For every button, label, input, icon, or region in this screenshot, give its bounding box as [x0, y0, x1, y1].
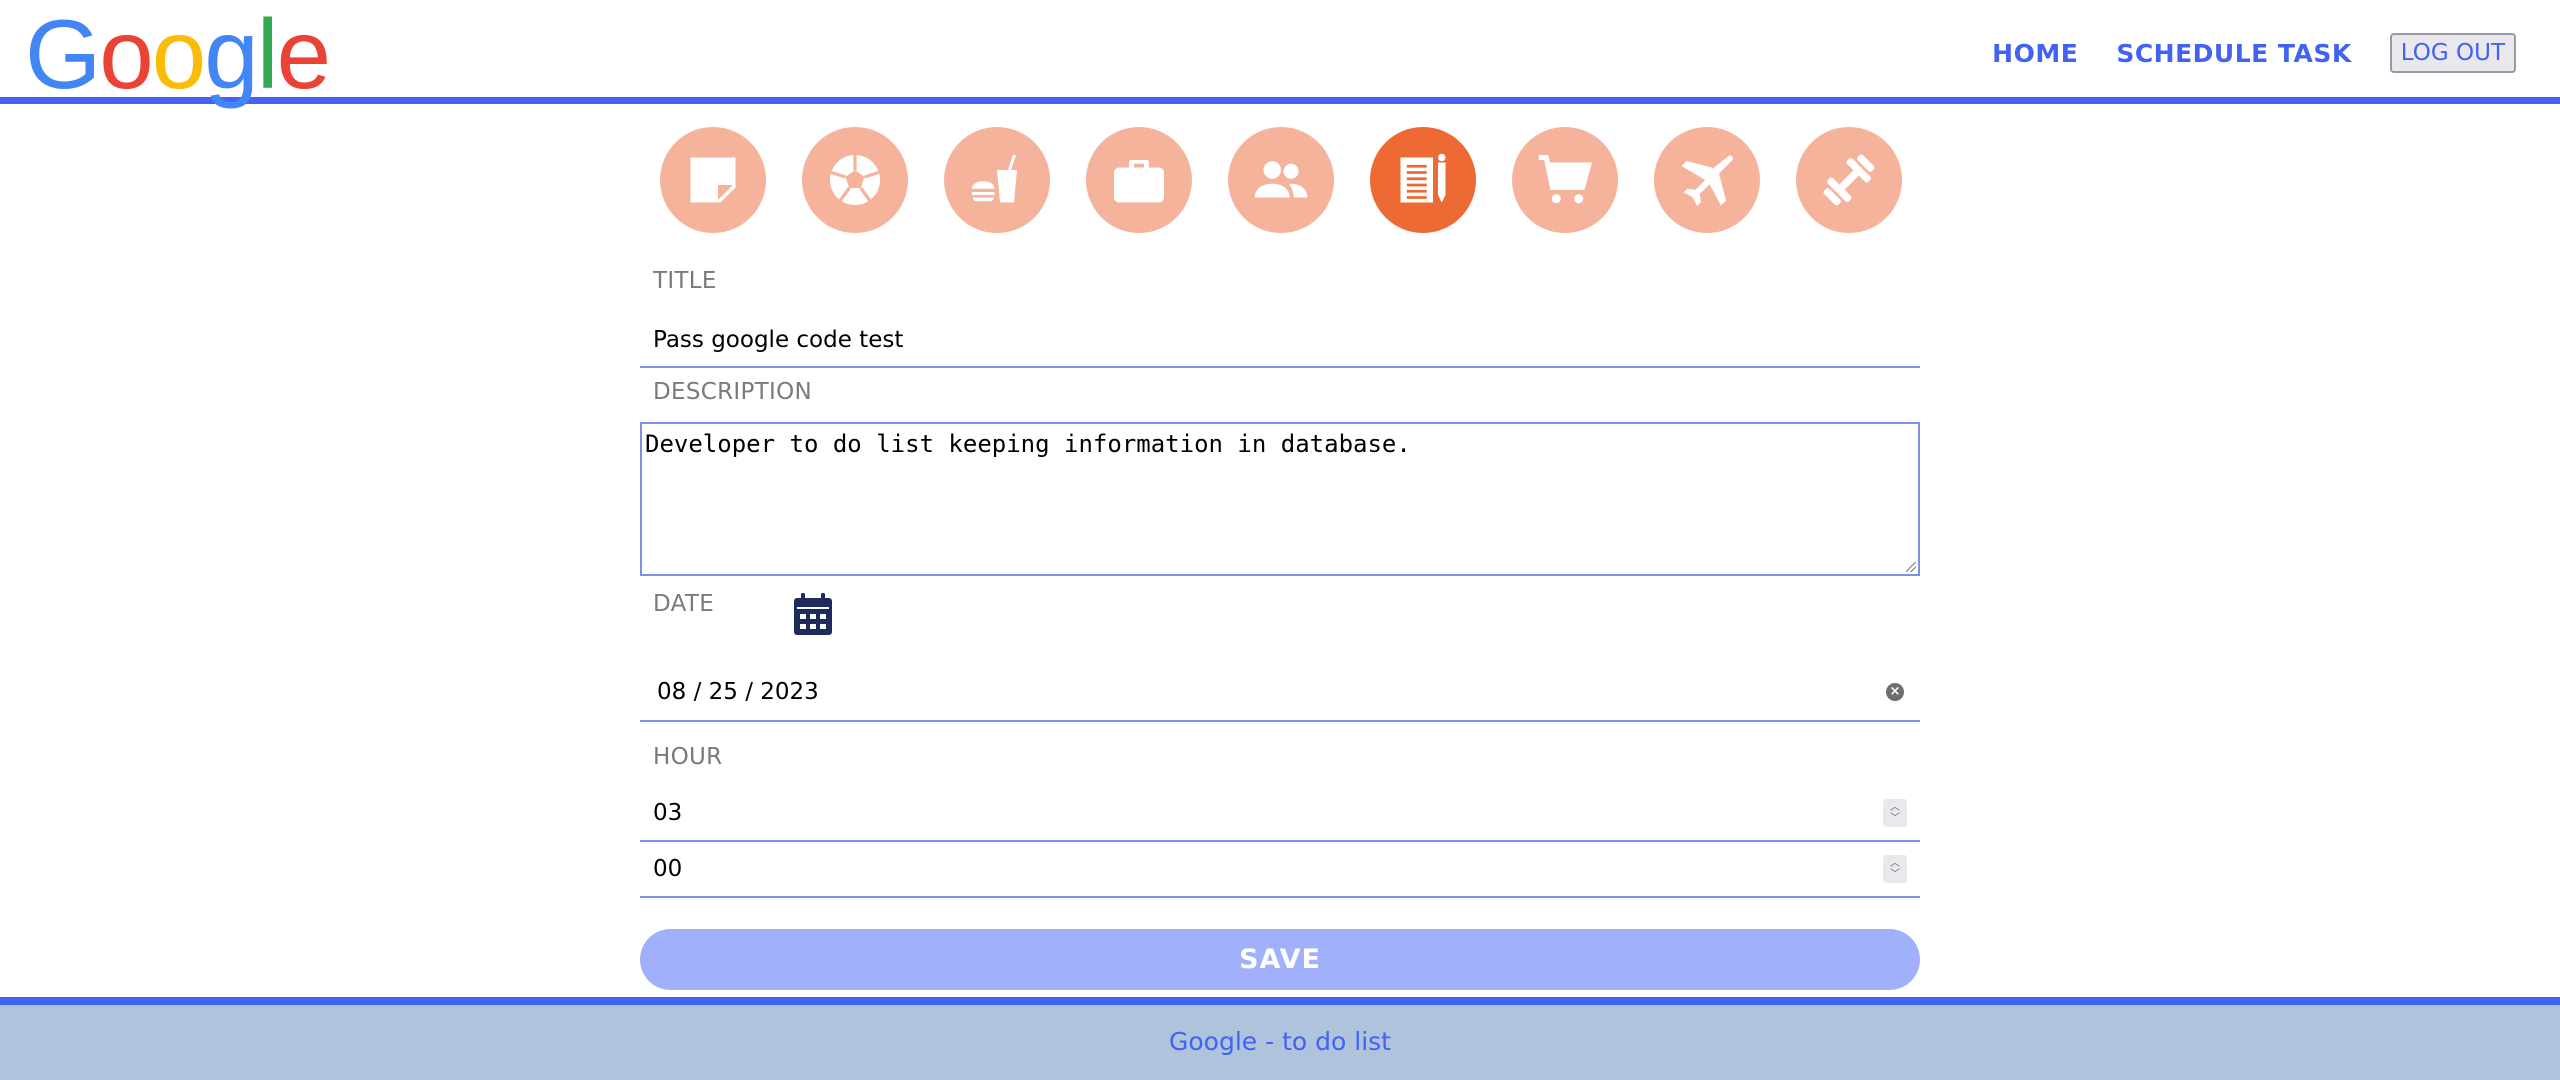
category-work[interactable]: [1086, 127, 1192, 233]
footer: Google - to do list: [0, 997, 2560, 1080]
logo-letter: e: [276, 0, 331, 109]
sticky-note-icon: [690, 157, 736, 203]
chevron-up-icon[interactable]: ︿: [1890, 802, 1900, 813]
airplane-icon: [1681, 155, 1734, 206]
chevron-up-icon[interactable]: ︿: [1890, 858, 1900, 869]
resize-grip-icon[interactable]: [1906, 562, 1916, 572]
header: Google HOME SCHEDULE TASK LOG OUT: [0, 0, 2560, 104]
title-label: TITLE: [653, 268, 717, 294]
category-food[interactable]: [944, 127, 1050, 233]
category-selector: [660, 127, 1902, 233]
logo-letter: o: [151, 0, 206, 109]
nav-home-link[interactable]: HOME: [1992, 39, 2078, 68]
category-sports[interactable]: [802, 127, 908, 233]
shopping-cart-icon: [1538, 155, 1593, 204]
chevron-down-icon[interactable]: ﹀: [1890, 869, 1900, 880]
dumbbell-icon: [1823, 154, 1875, 206]
logo-letter: g: [204, 0, 258, 109]
description-label: DESCRIPTION: [653, 379, 812, 405]
logo-letter: G: [25, 0, 101, 109]
title-input[interactable]: Pass google code test: [640, 315, 1920, 368]
date-label: DATE: [653, 591, 715, 617]
logout-button[interactable]: LOG OUT: [2389, 33, 2516, 73]
food-drink-icon: [972, 154, 1017, 203]
minute-value: 00: [653, 856, 683, 882]
hour-label: HOUR: [653, 744, 723, 770]
hour-spinner[interactable]: ︿ ﹀: [1883, 799, 1907, 827]
logo-letter: l: [256, 0, 279, 109]
soccer-ball-icon: [830, 155, 880, 205]
category-fitness[interactable]: [1796, 127, 1902, 233]
category-people[interactable]: [1228, 127, 1334, 233]
category-shopping[interactable]: [1512, 127, 1618, 233]
description-textarea[interactable]: Developer to do list keeping information…: [640, 422, 1920, 576]
category-writing[interactable]: [1370, 127, 1476, 233]
date-input[interactable]: 08 / 25 / 2023 ×: [640, 665, 1920, 722]
hour-value: 03: [653, 800, 683, 826]
nav-schedule-task-link[interactable]: SCHEDULE TASK: [2116, 39, 2351, 68]
chevron-down-icon[interactable]: ﹀: [1890, 813, 1900, 824]
footer-text: Google - to do list: [1169, 1027, 1391, 1056]
clear-icon[interactable]: ×: [1886, 683, 1904, 701]
hour-input[interactable]: 03 ︿ ﹀: [640, 786, 1920, 842]
newspaper-pencil-icon: [1400, 153, 1446, 203]
calendar-icon[interactable]: [792, 592, 834, 637]
description-text: Developer to do list keeping information…: [645, 430, 1411, 458]
minute-input[interactable]: 00 ︿ ﹀: [640, 842, 1920, 898]
logo-letter: o: [99, 0, 153, 109]
save-button[interactable]: SAVE: [640, 929, 1920, 990]
briefcase-icon: [1114, 160, 1164, 203]
people-icon: [1254, 161, 1308, 198]
main-nav: HOME SCHEDULE TASK LOG OUT: [1992, 30, 2560, 76]
category-sticky-note[interactable]: [660, 127, 766, 233]
minute-spinner[interactable]: ︿ ﹀: [1883, 855, 1907, 883]
date-value: 08 / 25 / 2023: [657, 679, 819, 705]
google-logo[interactable]: Google: [25, 0, 331, 109]
category-travel[interactable]: [1654, 127, 1760, 233]
